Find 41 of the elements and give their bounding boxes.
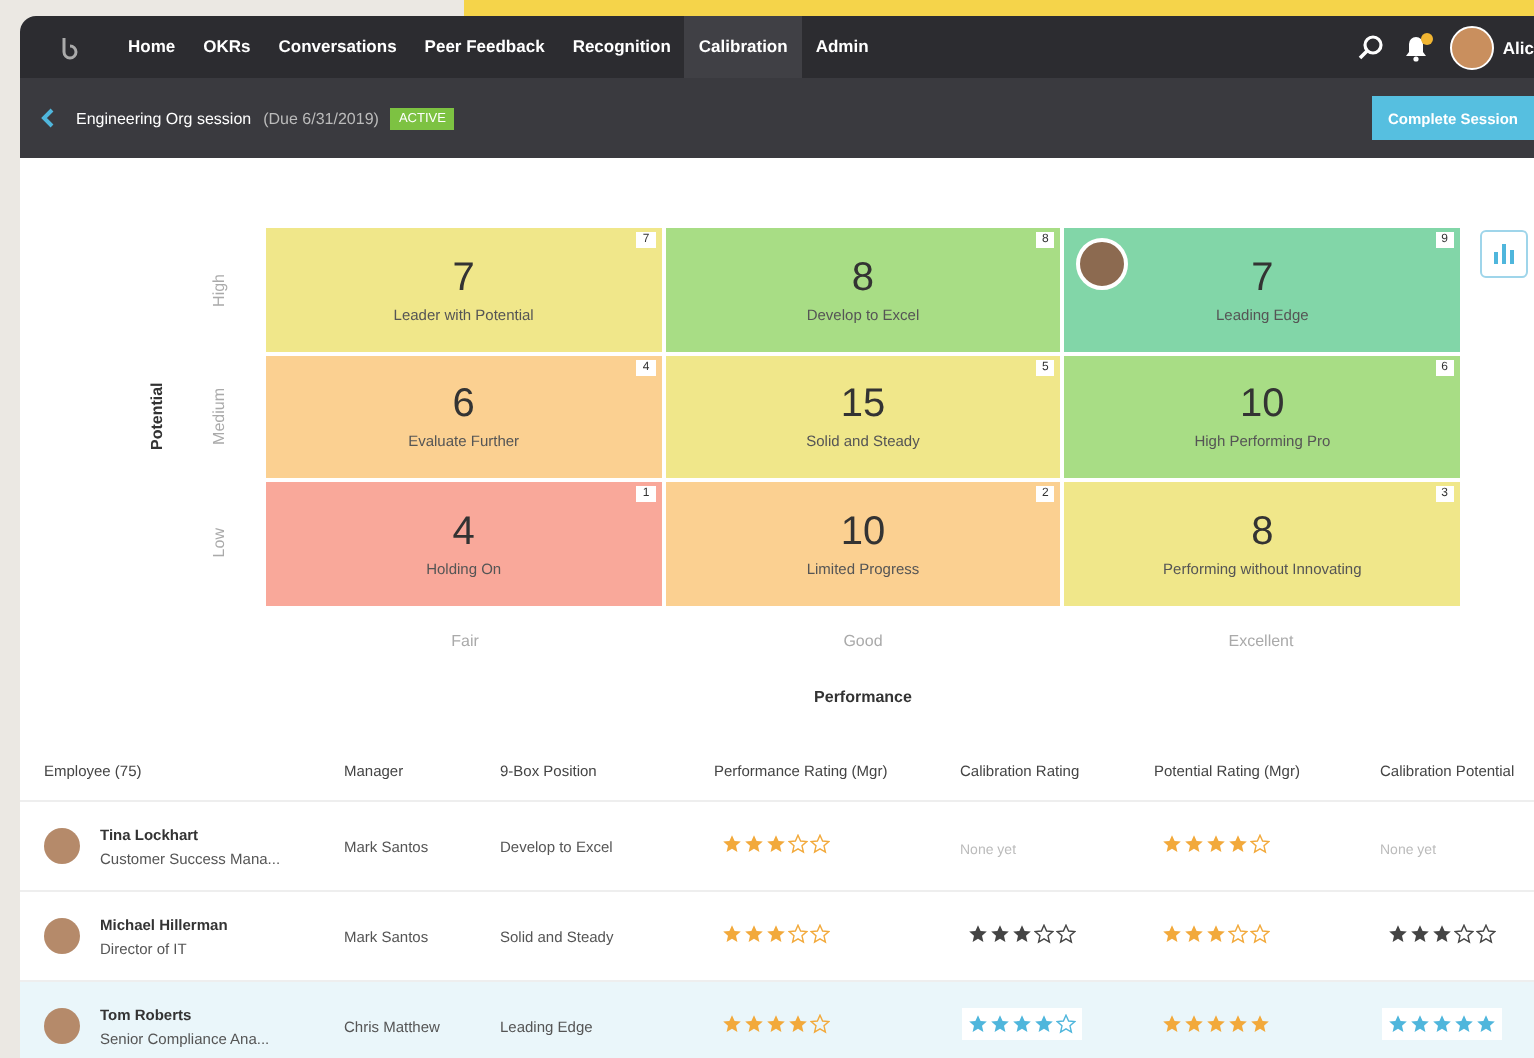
y-axis-title: Potential bbox=[148, 381, 168, 455]
user-name[interactable]: Alic bbox=[1502, 37, 1534, 57]
user-avatar[interactable] bbox=[1450, 25, 1495, 69]
y-axis-label: Low bbox=[210, 528, 228, 558]
box-count: 8 bbox=[851, 255, 875, 300]
employee-avatar bbox=[44, 918, 80, 954]
bell-icon[interactable] bbox=[1402, 32, 1435, 62]
box-count: 7 bbox=[1251, 255, 1274, 300]
star-rating[interactable] bbox=[1388, 1014, 1496, 1034]
employee-avatar bbox=[44, 828, 80, 864]
box-count: 10 bbox=[840, 510, 886, 555]
star-rating[interactable] bbox=[968, 924, 1076, 944]
employee-avatar[interactable] bbox=[1076, 238, 1129, 290]
search-icon[interactable] bbox=[1358, 34, 1385, 60]
star-rating[interactable] bbox=[968, 1014, 1076, 1034]
box-count: 15 bbox=[840, 382, 886, 427]
x-axis-label: Good bbox=[841, 632, 885, 650]
nav-tab[interactable]: Admin bbox=[801, 16, 883, 78]
box-count: 7 bbox=[452, 255, 475, 300]
nav-tab[interactable]: Home bbox=[114, 16, 190, 78]
employee-avatar bbox=[44, 1008, 80, 1044]
star-rating[interactable] bbox=[1388, 924, 1496, 944]
y-axis-label: Medium bbox=[210, 388, 228, 446]
nav-tab[interactable]: Recognition bbox=[558, 16, 685, 78]
x-axis-label: Excellent bbox=[1226, 632, 1296, 650]
logo-icon[interactable] bbox=[58, 35, 82, 59]
nav-tab[interactable]: Conversations bbox=[264, 16, 411, 78]
box-count: 6 bbox=[452, 382, 475, 427]
back-icon[interactable] bbox=[40, 108, 56, 128]
session-due-date: (Due 6/31/2019) bbox=[263, 109, 379, 127]
session-title: Engineering Org session bbox=[76, 109, 252, 127]
box-count: 8 bbox=[1251, 510, 1274, 555]
y-axis-label: High bbox=[210, 274, 228, 308]
box-count: 4 bbox=[452, 510, 475, 555]
box-count: 10 bbox=[1240, 382, 1285, 427]
nav-tab[interactable]: OKRs bbox=[189, 16, 265, 78]
bar-chart-icon bbox=[1492, 242, 1516, 266]
nav-tab[interactable]: Calibration bbox=[684, 16, 802, 78]
x-axis-label: Fair bbox=[449, 632, 481, 650]
nav-tab[interactable]: Peer Feedback bbox=[410, 16, 559, 78]
x-axis-title: Performance bbox=[814, 688, 912, 706]
